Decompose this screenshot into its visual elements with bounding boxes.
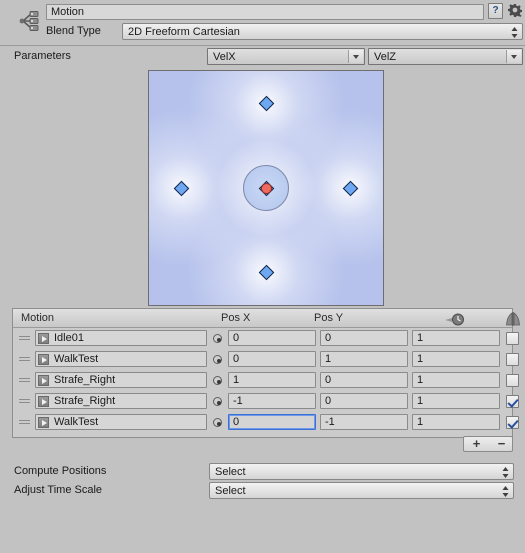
remove-motion-button[interactable]: −	[489, 437, 514, 451]
animation-clip-icon	[38, 354, 49, 365]
motion-name: Strafe_Right	[54, 395, 116, 407]
column-header-pos-y: Pos Y	[314, 312, 344, 324]
pos-y-input[interactable]: 0	[320, 372, 408, 388]
add-remove-buttons: + −	[463, 436, 513, 452]
object-picker-icon[interactable]	[213, 355, 222, 364]
speed-input[interactable]: 1	[412, 351, 500, 367]
speed-input[interactable]: 1	[412, 372, 500, 388]
object-picker-icon[interactable]	[213, 397, 222, 406]
animation-clip-icon	[38, 396, 49, 407]
updown-arrows-icon	[502, 467, 509, 478]
add-motion-button[interactable]: +	[464, 437, 489, 451]
table-row[interactable]: Strafe_Right -1 0 1	[13, 391, 519, 412]
blend-type-label: Blend Type	[46, 25, 101, 37]
blend-graph-container	[0, 68, 525, 313]
adjust-time-scale-label: Adjust Time Scale	[14, 484, 103, 496]
motion-list-header: Motion Pos X Pos Y	[13, 309, 520, 328]
row-drag-handle[interactable]	[19, 420, 30, 425]
motion-field[interactable]: WalkTest	[35, 414, 207, 430]
mirror-checkbox[interactable]	[506, 395, 519, 408]
blend-type-value: 2D Freeform Cartesian	[128, 26, 240, 38]
adjust-time-scale-row: Adjust Time Scale Select	[0, 481, 525, 501]
compute-positions-dropdown[interactable]: Select	[209, 463, 514, 480]
mirror-icon	[505, 312, 521, 327]
animation-clip-icon	[38, 333, 49, 344]
help-icon[interactable]: ?	[488, 3, 503, 19]
speed-input[interactable]: 1	[412, 414, 500, 430]
pos-y-input[interactable]: 0	[320, 393, 408, 409]
pos-x-input[interactable]: 0	[228, 351, 316, 367]
motion-name: Idle01	[54, 332, 84, 344]
column-header-pos-x: Pos X	[221, 312, 251, 324]
blend-tree-name-input[interactable]: Motion	[46, 4, 484, 20]
compute-positions-row: Compute Positions Select	[0, 462, 525, 482]
row-drag-handle[interactable]	[19, 336, 30, 341]
speed-input[interactable]: 1	[412, 330, 500, 346]
blend-graph[interactable]	[148, 70, 384, 306]
blend-node-2[interactable]	[342, 180, 359, 196]
mirror-checkbox[interactable]	[506, 416, 519, 429]
blend-node-4[interactable]	[258, 264, 274, 281]
motion-field[interactable]: WalkTest	[35, 351, 207, 367]
animation-clip-icon	[38, 417, 49, 428]
motion-name: WalkTest	[54, 353, 99, 365]
motion-field[interactable]: Strafe_Right	[35, 393, 207, 409]
table-row[interactable]: WalkTest 0 1 1	[13, 349, 519, 370]
blend-type-dropdown[interactable]: 2D Freeform Cartesian	[122, 23, 523, 40]
parameter-x-dropdown[interactable]: VelX	[207, 48, 365, 65]
mirror-checkbox[interactable]	[506, 353, 519, 366]
parameters-label: Parameters	[14, 50, 71, 62]
updown-arrows-icon	[502, 486, 509, 497]
pos-x-input[interactable]: 1	[228, 372, 316, 388]
motion-field[interactable]: Strafe_Right	[35, 372, 207, 388]
clock-icon	[445, 312, 469, 327]
gear-icon[interactable]	[507, 3, 523, 19]
pos-x-input[interactable]: -1	[228, 393, 316, 409]
pos-y-input[interactable]: 0	[320, 330, 408, 346]
row-drag-handle[interactable]	[19, 357, 30, 362]
object-picker-icon[interactable]	[213, 376, 222, 385]
table-row[interactable]: Strafe_Right 1 0 1	[13, 370, 519, 391]
motion-name: Strafe_Right	[54, 374, 116, 386]
updown-arrows-icon	[511, 27, 518, 38]
parameter-x-value: VelX	[213, 51, 236, 63]
row-drag-handle[interactable]	[19, 378, 30, 383]
pos-x-input[interactable]: 0	[228, 414, 316, 430]
motion-field[interactable]: Idle01	[35, 330, 207, 346]
motion-rows: Idle01 0 0 1 WalkTest 0 1 1 Strafe_Right 1 0 1 Straf…	[13, 328, 519, 433]
blend-preview-dot[interactable]	[260, 182, 272, 194]
parameter-y-dropdown[interactable]: VelZ	[368, 48, 523, 65]
animation-clip-icon	[38, 375, 49, 386]
pos-y-input[interactable]: -1	[320, 414, 408, 430]
mirror-checkbox[interactable]	[506, 374, 519, 387]
adjust-time-scale-dropdown[interactable]: Select	[209, 482, 514, 499]
object-picker-icon[interactable]	[213, 334, 222, 343]
column-header-motion: Motion	[21, 312, 55, 324]
motion-list: Motion Pos X Pos Y Idle01 0 0 1 WalkTest 0 1 1 S…	[12, 308, 520, 438]
blend-tree-icon	[14, 6, 44, 36]
adjust-time-scale-value: Select	[215, 485, 246, 497]
compute-positions-label: Compute Positions	[14, 465, 107, 477]
mirror-checkbox[interactable]	[506, 332, 519, 345]
inspector-header: Motion ? Blend Type 2D Freeform Cartesia…	[0, 0, 525, 46]
chevron-down-icon	[506, 50, 521, 63]
parameters-row: Parameters VelX VelZ	[0, 46, 525, 68]
speed-input[interactable]: 1	[412, 393, 500, 409]
table-row[interactable]: WalkTest 0 -1 1	[13, 412, 519, 433]
blend-node-3[interactable]	[173, 180, 190, 196]
object-picker-icon[interactable]	[213, 418, 222, 427]
pos-x-input[interactable]: 0	[228, 330, 316, 346]
table-row[interactable]: Idle01 0 0 1	[13, 328, 519, 349]
row-drag-handle[interactable]	[19, 399, 30, 404]
chevron-down-icon	[348, 50, 363, 63]
parameter-y-value: VelZ	[374, 51, 397, 63]
compute-positions-value: Select	[215, 466, 246, 478]
blend-node-1[interactable]	[258, 95, 274, 112]
pos-y-input[interactable]: 1	[320, 351, 408, 367]
motion-name: WalkTest	[54, 416, 99, 428]
